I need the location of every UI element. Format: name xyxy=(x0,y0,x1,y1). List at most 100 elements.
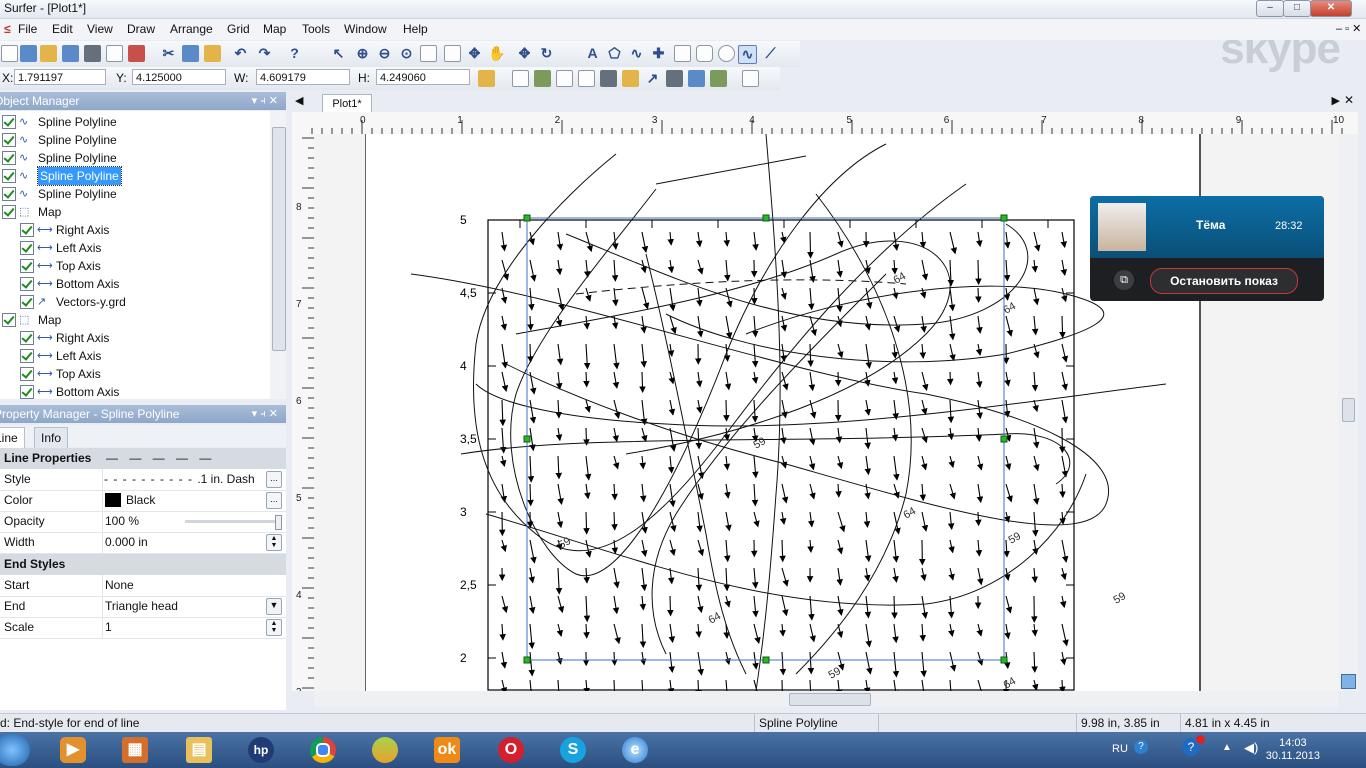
zoom-page-icon[interactable]: ⊙ xyxy=(398,45,415,62)
cut-icon[interactable]: ✂ xyxy=(160,45,177,62)
base-map-icon[interactable] xyxy=(512,70,529,87)
taskbar-ie[interactable]: e xyxy=(610,734,660,766)
visibility-checkbox[interactable] xyxy=(2,133,16,147)
text-tool-icon[interactable]: A xyxy=(584,45,601,62)
digitize-icon[interactable]: ✥ xyxy=(466,45,483,62)
polygon-tool-icon[interactable]: ⬠ xyxy=(606,45,623,62)
h-field[interactable]: 4.249060 xyxy=(376,69,470,85)
tree-item[interactable]: ⟷ Bottom Axis xyxy=(20,383,270,399)
tree-item[interactable]: ∿ Spline Polyline xyxy=(2,113,262,131)
undo-icon[interactable]: ↶ xyxy=(232,45,249,62)
tab-line[interactable]: Line xyxy=(0,427,25,448)
tree-item[interactable]: ∿ Spline Polyline xyxy=(2,131,262,149)
prop-row-width[interactable]: Width 0.000 in ▲ ▼ xyxy=(0,532,286,554)
panel-controls-icon[interactable]: ▾ ⫞ ✕ xyxy=(252,405,278,423)
print-preview-icon[interactable] xyxy=(106,45,123,62)
help-tray-icon[interactable]: ? xyxy=(1134,740,1148,754)
rounded-rect-tool-icon[interactable] xyxy=(696,45,713,62)
help-icon[interactable]: ? xyxy=(286,45,303,62)
width-spinner[interactable]: ▲ ▼ xyxy=(266,534,282,551)
tab-plot1[interactable]: Plot1* xyxy=(322,94,372,113)
symbol-tool-icon[interactable]: ✚ xyxy=(650,45,667,62)
menu-draw[interactable]: Draw xyxy=(127,22,155,36)
tree-item[interactable]: ⬚ Map xyxy=(2,203,262,221)
menu-help[interactable]: Help xyxy=(403,22,428,36)
redo-icon[interactable]: ↷ xyxy=(256,45,273,62)
prop-row-scale[interactable]: Scale 1 ▲ ▼ xyxy=(0,617,286,639)
tray-expand-icon[interactable]: ▲ xyxy=(1222,742,1232,753)
tree-item[interactable]: ⟷ Right Axis xyxy=(20,329,270,347)
style-browse-button[interactable]: ... xyxy=(266,471,282,488)
save-icon[interactable] xyxy=(62,45,79,62)
tab-scroll-left-icon[interactable]: ◀ xyxy=(295,94,303,107)
tree-item[interactable]: ⟷ Top Axis xyxy=(20,365,270,383)
tab-close-icon[interactable]: ✕ xyxy=(1344,93,1354,107)
3d-surface-icon[interactable] xyxy=(710,70,727,87)
tab-info[interactable]: Info xyxy=(34,427,69,448)
menu-view[interactable]: View xyxy=(87,22,113,36)
classed-post-icon[interactable] xyxy=(578,70,595,87)
tree-item[interactable]: ⟷ Top Axis xyxy=(20,257,270,275)
visibility-checkbox[interactable] xyxy=(20,367,34,381)
post-map-icon[interactable] xyxy=(556,70,573,87)
object-tree-scrollbar[interactable] xyxy=(270,111,286,399)
page-setup-icon[interactable] xyxy=(128,45,145,62)
maximize-button[interactable]: □ xyxy=(1283,0,1311,17)
wireframe-icon[interactable] xyxy=(688,70,705,87)
zoom-out-icon[interactable]: ⊖ xyxy=(376,45,393,62)
track-cursor-icon[interactable]: ✥ xyxy=(516,45,533,62)
visibility-checkbox[interactable] xyxy=(20,241,34,255)
rotate-icon[interactable]: ↻ xyxy=(538,45,555,62)
vertical-scrollbar[interactable] xyxy=(1338,134,1358,691)
color-browse-button[interactable]: ... xyxy=(266,492,282,509)
vscroll-thumb[interactable] xyxy=(1342,398,1355,422)
visibility-checkbox[interactable] xyxy=(20,331,34,345)
zoom-rect-icon[interactable] xyxy=(420,45,437,62)
visibility-checkbox[interactable] xyxy=(2,187,16,201)
scroll-corner-icon[interactable] xyxy=(1341,674,1356,689)
visibility-checkbox[interactable] xyxy=(2,151,16,165)
tab-scroll-right-icon[interactable]: ▶ xyxy=(1332,94,1340,107)
tree-item[interactable]: ⟷ Left Axis xyxy=(20,347,270,365)
tree-item[interactable]: ⟷ Right Axis xyxy=(20,221,270,239)
menu-edit[interactable]: Edit xyxy=(52,22,73,36)
tree-item[interactable]: ↗ Vectors-y.grd xyxy=(20,293,270,311)
scale-spinner[interactable]: ▲ ▼ xyxy=(266,619,282,636)
panel-controls-icon[interactable]: ▾ ⫞ ✕ xyxy=(252,92,278,110)
print-icon[interactable] xyxy=(84,45,101,62)
menu-file[interactable]: File xyxy=(18,22,37,36)
mdi-restore-icon[interactable]: – ▫ ✕ xyxy=(1336,22,1361,35)
shaded-relief-icon[interactable] xyxy=(622,70,639,87)
taskbar-media-player[interactable]: ▶ xyxy=(48,734,98,766)
tree-item[interactable]: ⬚ Map xyxy=(2,311,262,329)
tree-item[interactable]: ∿ Spline Polyline xyxy=(2,166,262,186)
prop-row-opacity[interactable]: Opacity 100 % xyxy=(0,511,286,533)
scroll-thumb[interactable] xyxy=(272,127,286,351)
opacity-slider[interactable] xyxy=(185,520,277,523)
pan-hand-icon[interactable]: ✋ xyxy=(488,45,505,62)
visibility-checkbox[interactable] xyxy=(2,115,16,129)
surface-map-icon[interactable] xyxy=(666,70,683,87)
visibility-checkbox[interactable] xyxy=(2,313,16,327)
tree-item[interactable]: ∿ Spline Polyline xyxy=(2,149,262,167)
hscroll-thumb[interactable] xyxy=(789,693,871,706)
visibility-checkbox[interactable] xyxy=(20,223,34,237)
language-indicator[interactable]: RU xyxy=(1112,743,1128,755)
taskbar-surfer[interactable]: ▦ xyxy=(110,734,160,766)
grid-node-icon[interactable] xyxy=(742,70,759,87)
reshape-tool-icon[interactable]: ⟋ xyxy=(762,45,779,62)
end-styles-section[interactable]: End Styles xyxy=(0,554,286,575)
visibility-checkbox[interactable] xyxy=(20,349,34,363)
visibility-checkbox[interactable] xyxy=(2,205,16,219)
start-button[interactable] xyxy=(0,734,30,766)
volume-icon[interactable]: ◀) xyxy=(1244,740,1258,756)
line-properties-section[interactable]: Line Properties — — — — — xyxy=(0,448,286,469)
horizontal-scrollbar[interactable] xyxy=(314,691,1338,707)
rectangle-tool-icon[interactable] xyxy=(674,45,691,62)
vector-map[interactable]: 54,543,532,52 64595964596459646459 xyxy=(366,134,1199,691)
tree-item[interactable]: ∿ Spline Polyline xyxy=(2,185,262,203)
vector-map-icon[interactable]: ↗ xyxy=(644,70,661,87)
visibility-checkbox[interactable] xyxy=(2,169,16,183)
taskbar-hp[interactable]: hp xyxy=(236,734,286,766)
select-arrow-icon[interactable]: ↖ xyxy=(330,45,347,62)
